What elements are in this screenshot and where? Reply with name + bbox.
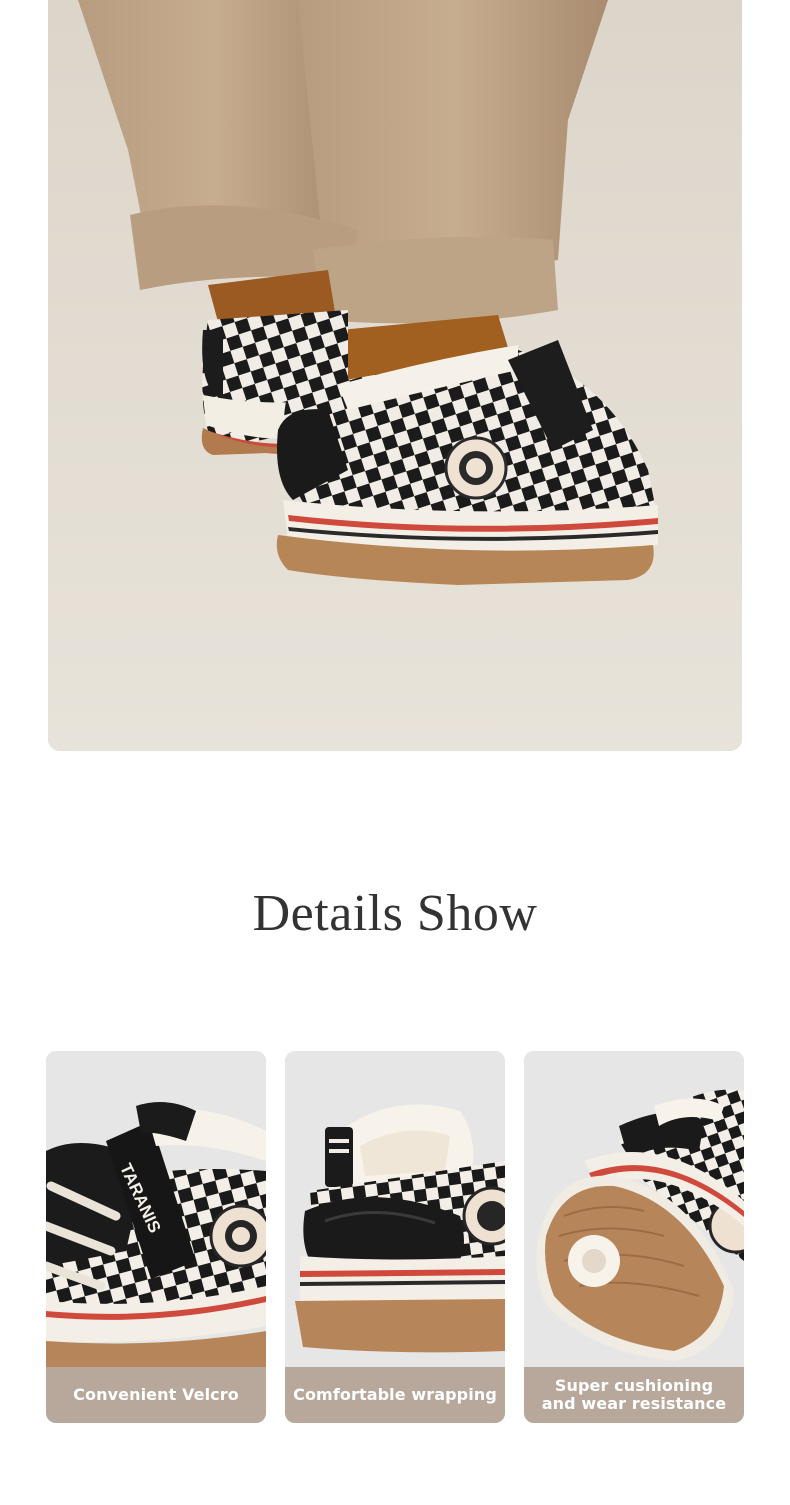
feature-card-velcro: TARANIS Convenient Velcro [46, 1051, 266, 1423]
feature-caption-line: and wear resistance [541, 1394, 727, 1413]
feature-caption: Convenient Velcro [46, 1367, 266, 1423]
feature-caption: Comfortable wrapping [285, 1367, 505, 1423]
section-title: Details Show [252, 885, 538, 942]
feature-caption-line: Super cushioning [554, 1376, 714, 1395]
hero-product-photo [48, 0, 742, 751]
feature-caption: Super cushioning and wear resistance [524, 1367, 744, 1423]
feature-card-cushioning: Super cushioning and wear resistance [524, 1051, 744, 1423]
feature-card-wrapping: Comfortable wrapping [285, 1051, 505, 1423]
